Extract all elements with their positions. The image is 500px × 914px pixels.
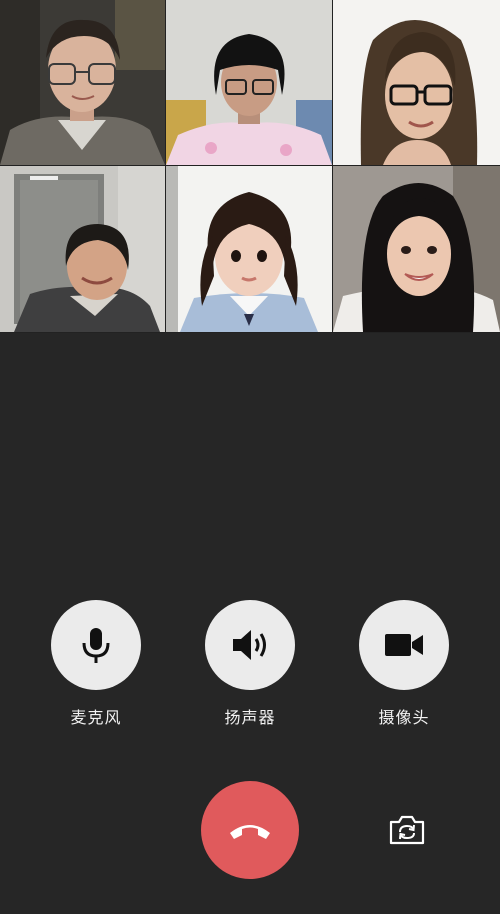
camera-button[interactable]: [359, 600, 449, 690]
participant-video-6[interactable]: [333, 166, 500, 332]
microphone-icon: [82, 628, 110, 663]
participant-video-2[interactable]: [166, 0, 332, 165]
microphone-label: 麦克风: [70, 708, 122, 727]
microphone-control: 麦克风: [51, 600, 141, 728]
switch-camera-button[interactable]: [385, 812, 429, 848]
participant-video-5[interactable]: [166, 166, 332, 332]
participant-video-4[interactable]: [0, 166, 165, 332]
video-camera-icon: [385, 634, 423, 656]
speaker-icon: [233, 630, 266, 660]
phone-hangup-icon: [230, 825, 270, 839]
camera-label: 摄像头: [378, 708, 430, 727]
video-grid: [0, 0, 500, 333]
speaker-label: 扬声器: [224, 708, 276, 727]
hang-up-button[interactable]: [201, 781, 299, 879]
participant-video-3[interactable]: [333, 0, 500, 165]
speaker-control: 扬声器: [205, 600, 295, 728]
microphone-button[interactable]: [51, 600, 141, 690]
speaker-button[interactable]: [205, 600, 295, 690]
switch-camera-icon: [389, 815, 425, 845]
camera-control: 摄像头: [359, 600, 449, 728]
participant-video-1[interactable]: [0, 0, 165, 165]
